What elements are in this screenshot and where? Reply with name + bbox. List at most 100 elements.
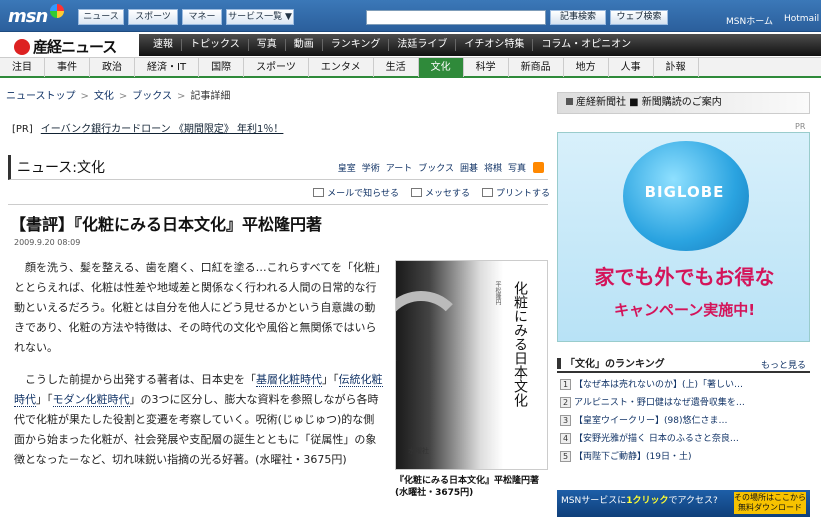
breadcrumb: ニューストップ > 文化 > ブックス > 記事詳細 [6,87,230,102]
rank-number: 5 [560,451,571,462]
main-nav-item[interactable]: 速報 [145,39,182,51]
keyword-link[interactable]: 基層化粧時代 [256,373,322,387]
main-nav-item[interactable]: コラム・オピニオン [533,39,639,51]
article-headline: 【書評】『化粧にみる日本文化』平松隆円著 [10,215,323,234]
category-tab[interactable]: エンタメ [309,57,374,77]
section-category-link[interactable]: 皇室 [338,164,356,174]
mail-icon [313,188,325,197]
category-tab[interactable]: 人事 [609,57,654,77]
msn-tab-money[interactable]: マネー [182,9,222,25]
breadcrumb-item[interactable]: ブックス [132,91,172,102]
main-nav-item[interactable]: イチオシ特集 [456,39,534,51]
rank-title: 【皇室ウイークリー】(98)悠仁さま… [574,416,728,426]
category-tab[interactable]: 政治 [90,57,135,77]
book-cover-image[interactable]: 化粧にみる日本文化 平松隆円 水曜社 [395,260,548,470]
ranking-item[interactable]: 2 アルピニスト・野口健はなぜ遺骨収集を… [560,394,810,412]
article-search-button[interactable]: 記事検索 [550,10,606,25]
breadcrumb-separator: > [176,91,186,102]
pr-link[interactable]: イーバンク銀行カードローン 《期間限定》 年利1％！ [41,124,284,135]
rank-title: 【両陛下ご動静】(19日・土) [574,452,692,462]
msn-butterfly-icon [50,4,64,18]
rss-icon[interactable] [533,162,544,173]
main-nav-item[interactable]: 法廷ライブ [389,39,457,51]
article-date: 2009.9.20 08:09 [14,238,81,247]
download-button[interactable]: その場所はここから無料ダウンロード [734,492,806,514]
ranking-list: 1 【なぜ本は売れないのか】(上)「著しい… 2 アルピニスト・野口健はなぜ遺骨収集を… [560,376,810,466]
ranking-item[interactable]: 1 【なぜ本は売れないのか】(上)「著しい… [560,376,810,394]
category-tab[interactable]: 国際 [199,57,245,77]
category-tab[interactable]: 生活 [374,57,419,77]
section-category-link[interactable]: 写真 [508,164,526,174]
section-category-link[interactable]: アート [386,164,412,174]
article-paragraph: こうした前提から出発する著者は、日本史を「基層化粧時代」「伝統化粧時代」「モダン… [14,373,383,466]
msn-toolbar: msn ニュース スポーツ マネー サービス一覧 ▼ 記事検索 ウェブ検索 MS… [0,0,821,32]
msn-tab-services[interactable]: サービス一覧 ▼ [226,9,294,25]
book-title: 化粧にみる日本文化 [512,281,528,407]
rank-number: 3 [560,415,571,426]
breadcrumb-item[interactable]: 文化 [94,91,114,102]
web-search-button[interactable]: ウェブ検索 [610,10,668,25]
category-tab[interactable]: スポーツ [244,57,309,77]
category-tab[interactable]: 経済・IT [135,57,200,77]
section-title: ニュース:文化 [17,160,106,176]
pr-tag: [PR] [12,124,33,135]
subscription-banner[interactable]: 産経新聞社 ■ 新聞購読のご案内 [557,92,810,114]
section-category-link[interactable]: 将棋 [484,164,502,174]
main-nav-item[interactable]: トピックス [182,39,249,51]
rank-number: 1 [560,379,571,390]
ad-headline: 家でも外でもお得な [594,265,775,289]
pr-label: PR [795,122,806,131]
sankei-logo[interactable]: 産経ニュース [14,36,117,56]
msn-home-link[interactable]: MSNホーム [726,14,773,27]
msn-tab-news[interactable]: ニュース [78,9,124,25]
article-tools: メールで知らせる メッセする プリントする [310,186,550,200]
ranking-item[interactable]: 4 【安野光雅が描く 日本のふるさと奈良… [560,430,810,448]
category-tab[interactable]: 事件 [45,57,90,77]
ad-brand: BIGLOBE [644,183,725,201]
rank-title: 【安野光雅が描く 日本のふるさと奈良… [574,434,739,444]
main-nav-item[interactable]: 動画 [286,39,323,51]
print-link[interactable]: プリントする [481,186,550,200]
messenger-link[interactable]: メッセする [410,186,470,200]
category-tab[interactable]: 文化 [418,57,464,77]
square-icon [566,98,573,105]
breadcrumb-separator: > [80,91,89,102]
breadcrumb-separator: > [118,91,128,102]
book-author: 平松隆円 [494,281,501,305]
section-category-link[interactable]: 囲碁 [460,164,478,174]
rank-number: 4 [560,433,571,444]
rank-title: 【なぜ本は売れないのか】(上)「著しい… [574,380,744,390]
keyword-link[interactable]: モダン化粧時代 [52,393,130,407]
section-categories: 皇室 学術 アート ブックス 囲碁 将棋 写真 [332,161,526,174]
breadcrumb-item[interactable]: ニューストップ [6,91,76,102]
msn-logo[interactable]: msn [8,4,64,27]
ad-subline: キャンペーン実施中! [613,301,756,319]
mail-notify-link[interactable]: メールで知らせる [313,186,399,200]
sankei-mark-icon [14,39,30,55]
msn-tab-sports[interactable]: スポーツ [128,9,178,25]
category-nav: 注目 事件 政治 経済・IT 国際 スポーツ エンタメ 生活 文化 科学 新商品 地方 人事 訃報 [0,57,821,78]
messenger-icon [410,188,422,197]
category-tab[interactable]: 訃報 [654,57,699,77]
ranking-item[interactable]: 5 【両陛下ご動静】(19日・土) [560,448,810,466]
section-header: ニュース:文化 皇室 学術 アート ブックス 囲碁 将棋 写真 [8,155,548,180]
section-category-link[interactable]: ブックス [418,164,454,174]
main-nav: 速報 トピックス 写真 動画 ランキング 法廷ライブ イチオシ特集 コラム・オピニオン [139,34,821,56]
category-tab[interactable]: 新商品 [509,57,564,77]
ranking-more-link[interactable]: もっと見る [761,358,806,371]
hotmail-link[interactable]: Hotmail [784,14,819,24]
category-tab[interactable]: 注目 [0,57,45,77]
category-tab[interactable]: 地方 [564,57,609,77]
biglobe-ad[interactable]: BIGLOBE 家でも外でもお得な キャンペーン実施中! [557,132,810,342]
ranking-header: 「文化」のランキング もっと見る [557,355,810,373]
msn-search-input[interactable] [366,10,546,25]
msn-service-banner[interactable]: MSNサービスに1クリックでアクセス? その場所はここから無料ダウンロード [557,490,810,517]
main-nav-item[interactable]: ランキング [323,39,390,51]
category-tab[interactable]: 科学 [464,57,509,77]
article-paragraph: 顔を洗う、髪を整える、歯を磨く、口紅を塗る…これらすべてを「化粧」ととらえれば、… [14,261,381,354]
rank-number: 2 [560,397,571,408]
main-nav-item[interactable]: 写真 [249,39,286,51]
ranking-item[interactable]: 3 【皇室ウイークリー】(98)悠仁さま… [560,412,810,430]
section-category-link[interactable]: 学術 [362,164,380,174]
rank-title: アルピニスト・野口健はなぜ遺骨収集を… [574,398,745,408]
